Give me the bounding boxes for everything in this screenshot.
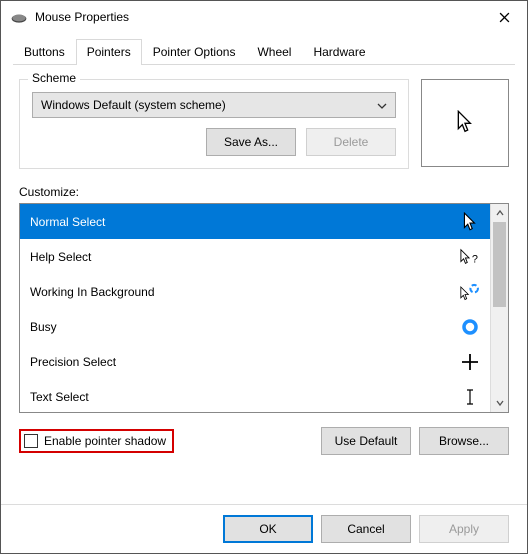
mouse-properties-window: Mouse Properties Buttons Pointers Pointe…: [0, 0, 528, 554]
window-title: Mouse Properties: [35, 10, 481, 24]
scroll-thumb[interactable]: [493, 222, 506, 307]
list-item-busy[interactable]: Busy: [20, 309, 490, 344]
scheme-selected-value: Windows Default (system scheme): [41, 98, 226, 112]
list-item-precision[interactable]: Precision Select: [20, 344, 490, 379]
tab-pointers[interactable]: Pointers: [76, 39, 142, 65]
list-item-label: Text Select: [30, 390, 89, 404]
pointer-preview: [421, 79, 509, 167]
list-item-label: Precision Select: [30, 355, 116, 369]
use-default-button[interactable]: Use Default: [321, 427, 411, 455]
list-item-normal-select[interactable]: Normal Select: [20, 204, 490, 239]
save-as-button[interactable]: Save As...: [206, 128, 296, 156]
scroll-track[interactable]: [491, 222, 508, 394]
close-button[interactable]: [481, 1, 527, 33]
dialog-footer: OK Cancel Apply: [1, 504, 527, 553]
customize-label: Customize:: [19, 185, 509, 199]
pointer-shadow-checkbox[interactable]: [24, 434, 38, 448]
list-item-label: Working In Background: [30, 285, 155, 299]
list-item-label: Busy: [30, 320, 57, 334]
mouse-icon: [11, 12, 27, 22]
cancel-button[interactable]: Cancel: [321, 515, 411, 543]
scheme-dropdown[interactable]: Windows Default (system scheme): [32, 92, 396, 118]
list-item-text-select[interactable]: Text Select: [20, 379, 490, 412]
chevron-down-icon: [377, 100, 387, 110]
scheme-legend: Scheme: [28, 71, 80, 85]
svg-text:?: ?: [472, 253, 478, 265]
ok-button[interactable]: OK: [223, 515, 313, 543]
cursor-ibeam-icon: [460, 387, 480, 407]
cursor-help-icon: ?: [460, 247, 480, 267]
cursor-working-bg-icon: [460, 282, 480, 302]
titlebar: Mouse Properties: [1, 1, 527, 33]
pointer-shadow-highlight: Enable pointer shadow: [19, 429, 174, 453]
apply-button: Apply: [419, 515, 509, 543]
scroll-down-button[interactable]: [491, 394, 508, 412]
tab-buttons[interactable]: Buttons: [13, 39, 76, 65]
list-item-label: Normal Select: [30, 215, 105, 229]
tab-pointer-options[interactable]: Pointer Options: [142, 39, 247, 65]
cursor-busy-icon: [460, 317, 480, 337]
list-item-working-bg[interactable]: Working In Background: [20, 274, 490, 309]
scheme-group: Scheme Windows Default (system scheme) S…: [19, 79, 409, 169]
cursor-crosshair-icon: [460, 352, 480, 372]
tab-content: Scheme Windows Default (system scheme) S…: [1, 65, 527, 465]
tab-strip: Buttons Pointers Pointer Options Wheel H…: [1, 33, 527, 65]
pointer-shadow-label: Enable pointer shadow: [44, 434, 166, 448]
cursor-arrow-icon: [460, 212, 480, 232]
tab-wheel[interactable]: Wheel: [246, 39, 302, 65]
tab-hardware[interactable]: Hardware: [302, 39, 376, 65]
cursor-arrow-icon: [456, 110, 474, 137]
customize-listbox[interactable]: Normal Select Help Select ? Working In B…: [19, 203, 509, 413]
list-item-help-select[interactable]: Help Select ?: [20, 239, 490, 274]
listbox-scrollbar[interactable]: [490, 204, 508, 412]
scroll-up-button[interactable]: [491, 204, 508, 222]
browse-button[interactable]: Browse...: [419, 427, 509, 455]
delete-button: Delete: [306, 128, 396, 156]
list-item-label: Help Select: [30, 250, 91, 264]
